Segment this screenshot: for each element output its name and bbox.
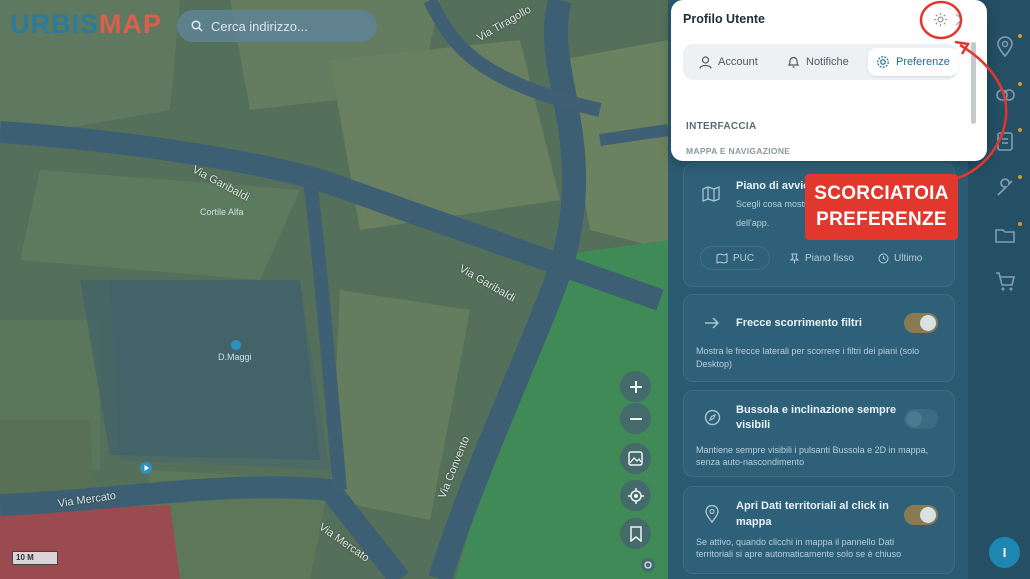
wrench-icon[interactable]: [994, 177, 1016, 199]
setting-desc: senza auto-nascondimento: [696, 457, 805, 467]
plus-icon: [629, 380, 642, 393]
setting-title: visibili: [736, 419, 771, 431]
arrow-right-icon: [705, 317, 720, 329]
toggle-switch[interactable]: [904, 409, 938, 429]
minus-icon: [629, 417, 642, 420]
search-bar[interactable]: Cerca indirizzo...: [177, 10, 377, 42]
compass-icon: [704, 409, 721, 426]
user-icon: [699, 55, 712, 69]
start-plan-desc: dell'app.: [736, 218, 770, 228]
option-label: Piano fisso: [805, 252, 854, 264]
annotation-callout: SCORCIATOIA PREFERENZE: [805, 174, 958, 240]
setting-card-compass: Bussola e inclinazione sempre visibili M…: [683, 390, 955, 477]
poi-label: D.Maggi: [218, 352, 252, 362]
setting-card-filter-arrows: Frecce scorrimento filtri Mostra le frec…: [683, 294, 955, 382]
setting-title: Frecce scorrimento filtri: [736, 317, 862, 329]
annotation-line: PREFERENZE: [816, 209, 947, 230]
toggle-switch[interactable]: [904, 313, 938, 333]
pin-icon: [789, 253, 800, 263]
start-plan-title: Piano di avvio: [736, 180, 810, 192]
map-icon: [702, 186, 720, 202]
document-icon[interactable]: [994, 130, 1016, 152]
gear-icon: [877, 56, 889, 68]
setting-desc: Mantiene sempre visibili i pulsanti Buss…: [696, 445, 929, 455]
location-pin-icon[interactable]: [994, 36, 1016, 58]
basemap-button[interactable]: [620, 443, 651, 474]
map-view[interactable]: Via Tiragollo Via Garibaldi Via Garibald…: [0, 0, 668, 579]
chevron-right-icon[interactable]: [954, 13, 964, 26]
history-icon: [878, 253, 889, 263]
layers-icon[interactable]: [994, 84, 1016, 106]
setting-card-territorial-data: Apri Dati territoriali al click in mappa…: [683, 486, 955, 574]
setting-desc: Mostra le frecce laterali per scorrere i…: [696, 346, 920, 356]
setting-title: Apri Dati territoriali al click in: [736, 500, 889, 512]
user-avatar-button[interactable]: I: [989, 537, 1020, 568]
image-icon: [628, 451, 643, 466]
setting-desc: Desktop): [696, 359, 733, 369]
setting-desc: Se attivo, quando clicchi in mappa il pa…: [696, 537, 895, 547]
zoom-in-button[interactable]: [620, 371, 651, 402]
tab-account[interactable]: Account: [699, 48, 758, 76]
cart-icon[interactable]: [994, 270, 1016, 292]
bookmark-button[interactable]: [620, 518, 651, 549]
setting-desc: territoriali si apre automaticamente sol…: [696, 549, 902, 559]
poi-marker-icon[interactable]: [140, 462, 152, 474]
option-label: PUC: [732, 252, 755, 264]
bell-icon: [787, 56, 800, 68]
option-label: Ultimo: [894, 252, 923, 264]
setting-title: Bussola e inclinazione sempre: [736, 404, 897, 416]
annotation-line: SCORCIATOIA: [814, 183, 949, 204]
tab-preferences[interactable]: Preferenze: [868, 48, 958, 76]
option-last[interactable]: Ultimo: [878, 246, 922, 270]
toggle-switch[interactable]: [904, 505, 938, 525]
scale-bar: 10 M: [12, 551, 58, 565]
poi-marker-icon[interactable]: [231, 340, 241, 350]
option-puc[interactable]: PUC: [700, 246, 770, 270]
profile-popup: Profilo Utente Account Notifiche Prefere…: [671, 0, 987, 161]
bookmark-icon: [629, 525, 642, 542]
poi-label: Cortile Alfa: [200, 207, 244, 217]
section-heading: INTERFACCIA: [686, 121, 757, 132]
folder-icon[interactable]: [994, 224, 1016, 246]
search-icon: [191, 20, 203, 32]
search-input[interactable]: Cerca indirizzo...: [211, 19, 308, 34]
option-fixed-plan[interactable]: Piano fisso: [789, 246, 854, 270]
map-icon: [716, 252, 728, 264]
gear-icon[interactable]: [933, 12, 948, 27]
section-heading: MAPPA E NAVIGAZIONE: [686, 146, 791, 156]
tab-label: Notifiche: [806, 56, 849, 68]
popup-scrollbar[interactable]: [971, 42, 976, 124]
location-pin-icon: [705, 505, 719, 523]
crosshair-icon: [627, 487, 644, 504]
popup-title: Profilo Utente: [683, 12, 765, 26]
tab-label: Account: [718, 56, 758, 68]
setting-title: mappa: [736, 516, 772, 528]
profile-tabs: Account Notifiche Preferenze: [683, 44, 958, 80]
tab-notifications[interactable]: Notifiche: [787, 48, 849, 76]
settings-small-icon[interactable]: [640, 557, 656, 573]
locate-button[interactable]: [620, 480, 651, 511]
app-logo[interactable]: URBISMAP: [10, 9, 162, 40]
tab-label: Preferenze: [896, 56, 950, 68]
zoom-out-button[interactable]: [620, 403, 651, 434]
